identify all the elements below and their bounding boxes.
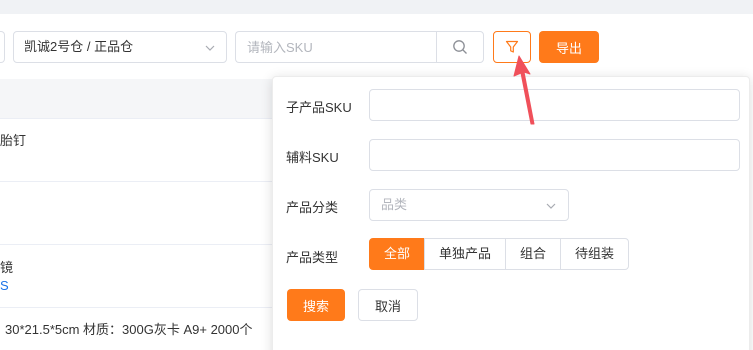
type-option-single[interactable]: 单独产品 (424, 238, 507, 270)
warehouse-select-value: 凯诚2号仓 / 正品仓 (24, 39, 134, 54)
type-option-all[interactable]: 全部 (369, 238, 426, 270)
sub-sku-label: 子产品SKU (286, 100, 352, 115)
panel-search-button[interactable]: 搜索 (287, 289, 345, 321)
table-cell: 30*21.5*5cm 材质：300G灰卡 A9+ 2000个 (5, 322, 253, 337)
type-option-pending[interactable]: 待组装 (560, 238, 630, 270)
table-cell-link[interactable]: S (0, 278, 9, 293)
search-icon (453, 40, 467, 54)
sub-sku-input[interactable] (369, 89, 740, 121)
table-row: 30*21.5*5cm 材质：300G灰卡 A9+ 2000个 (0, 308, 280, 350)
panel-cancel-button[interactable]: 取消 (358, 289, 418, 321)
table-header (0, 79, 280, 119)
search-button[interactable] (436, 31, 484, 63)
chevron-down-icon (205, 45, 215, 51)
table-row: 胎钉 (0, 119, 280, 182)
product-table: 胎钉 镜 S 30*21.5*5cm 材质：300G灰卡 A9+ 2000个 (0, 79, 280, 350)
table-row (0, 182, 280, 245)
top-strip (0, 0, 753, 14)
warehouse-select[interactable]: 凯诚2号仓 / 正品仓 (13, 31, 227, 63)
category-label: 产品分类 (286, 200, 339, 215)
table-cell: 胎钉 (0, 133, 27, 148)
leading-select-edge[interactable] (0, 31, 5, 63)
aux-sku-input[interactable] (369, 139, 740, 171)
toolbar: 凯诚2号仓 / 正品仓 导出 (0, 31, 753, 63)
type-option-combo[interactable]: 组合 (505, 238, 562, 270)
table-cell: 镜 (0, 260, 14, 275)
type-segmented-control: 全部 单独产品 组合 待组装 (369, 238, 630, 270)
chevron-down-icon (546, 203, 556, 209)
aux-sku-label: 辅料SKU (286, 150, 339, 165)
type-label: 产品类型 (286, 250, 339, 265)
category-select[interactable]: 品类 (369, 189, 569, 221)
sku-search-input[interactable] (235, 31, 437, 63)
category-placeholder: 品类 (381, 197, 408, 212)
table-row: 镜 S (0, 245, 280, 308)
annotation-arrow-icon (513, 55, 535, 125)
